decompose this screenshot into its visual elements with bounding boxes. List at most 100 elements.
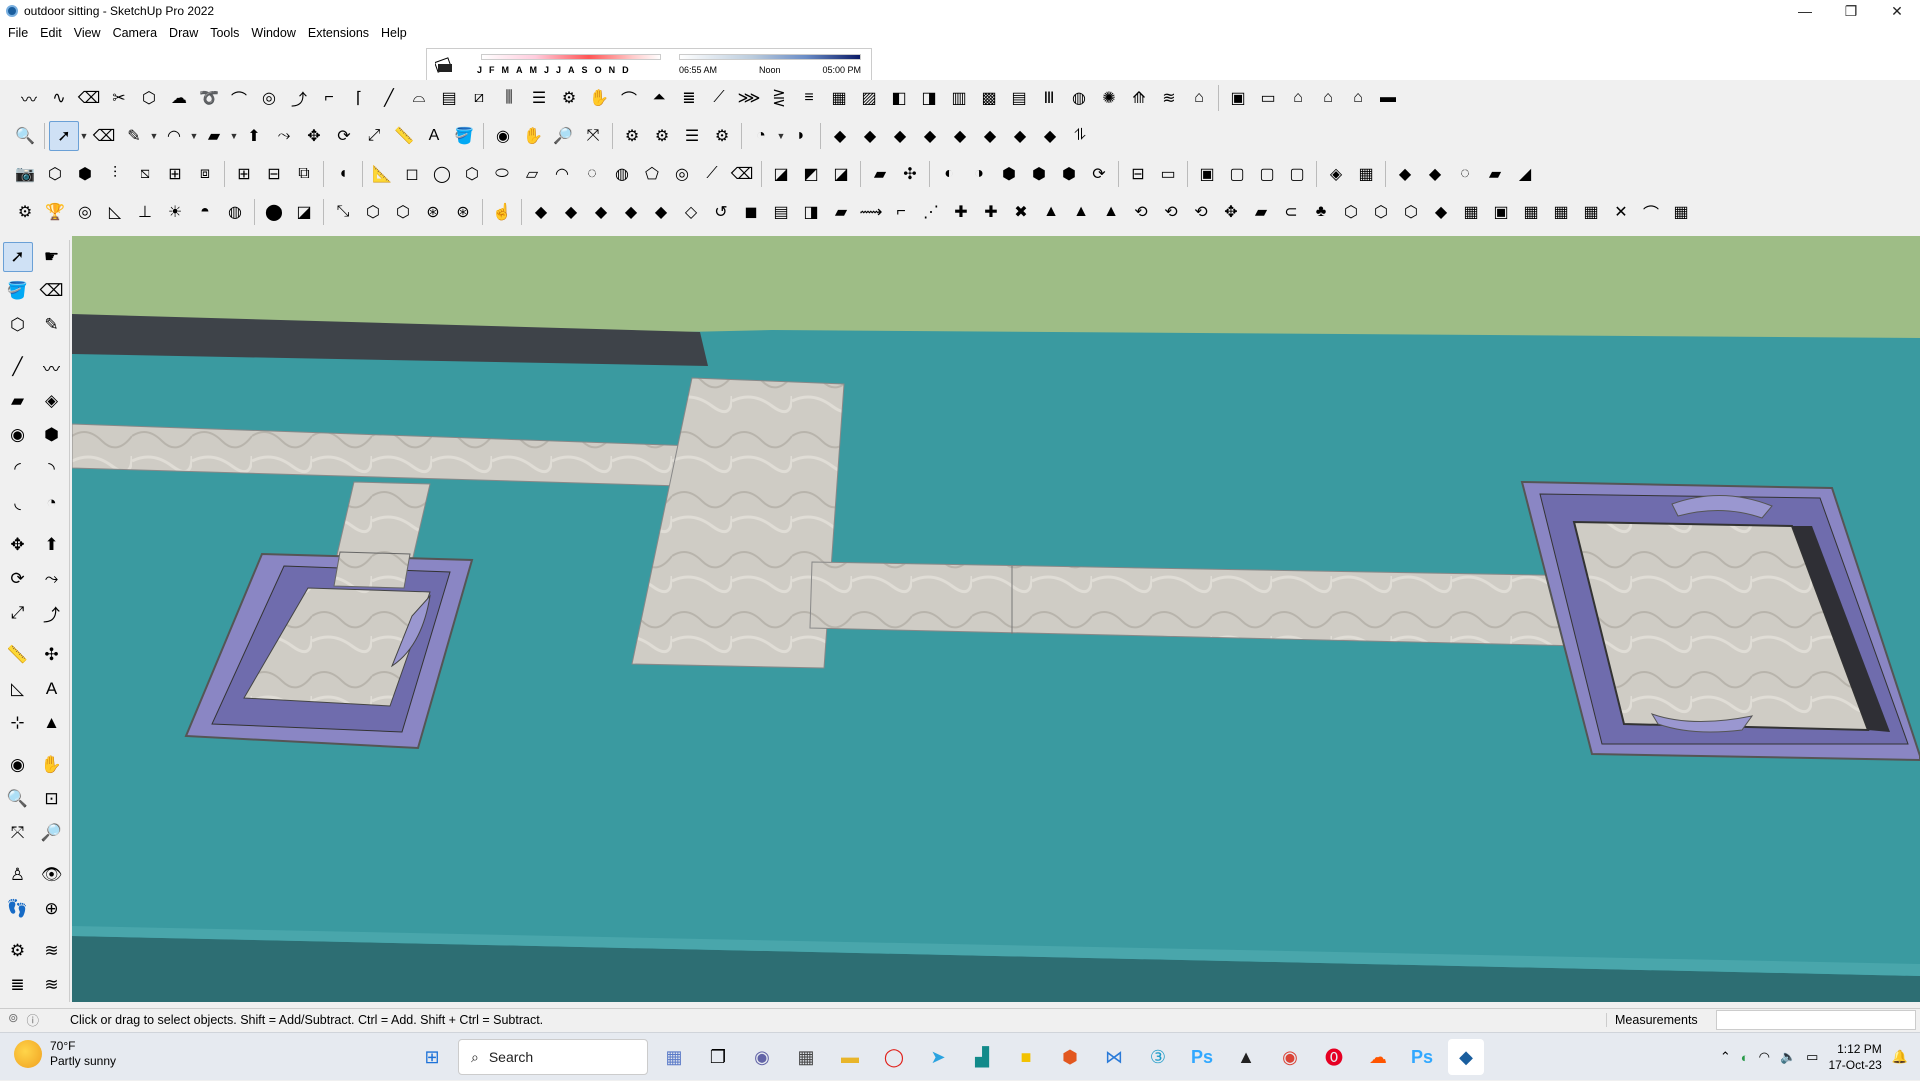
tape-measure-icon[interactable]: 📏 [3,640,33,670]
extrude-red-icon[interactable]: ◆ [915,121,945,151]
align-icon[interactable]: ⊟ [1123,159,1153,189]
zoom-window-icon[interactable]: ⊡ [37,784,67,814]
split-c-icon[interactable]: ◪ [826,159,856,189]
axes-icon[interactable]: ⊥ [130,197,160,227]
telegram-icon[interactable]: ➤ [920,1039,956,1075]
grid-small-icon[interactable]: ▦ [1666,197,1696,227]
back-edges-icon[interactable]: ⧅ [130,159,160,189]
view-b-icon[interactable]: ⬢ [1024,159,1054,189]
wireframe-icon[interactable]: ⊞ [160,159,190,189]
zoom-icon[interactable]: 🔍 [10,121,40,151]
fan-icon[interactable]: ⟰ [1124,83,1154,113]
click-icon[interactable]: ☝ [487,197,517,227]
red-move-icon[interactable]: ✚ [946,197,976,227]
previous-view-icon[interactable]: 🔎 [37,818,67,848]
face-yellow-icon[interactable]: ◆ [586,197,616,227]
orange-grid-b-icon[interactable]: ▦ [1576,197,1606,227]
cone-blue-icon[interactable]: ▲ [1066,197,1096,227]
section-fill-icon[interactable]: ⧉ [289,159,319,189]
hatch-icon[interactable]: ▨ [854,83,884,113]
pipe-icon[interactable]: ⟿ [856,197,886,227]
stripes-icon[interactable]: ▤ [1004,83,1034,113]
curve-orange-icon[interactable]: ↺ [706,197,736,227]
arc-join-icon[interactable]: ⌓ [404,83,434,113]
chevron-down-icon[interactable]: ▼ [229,131,239,141]
store-icon[interactable]: ⌂ [1313,83,1343,113]
hidden-line-icon[interactable]: ⧈ [190,159,220,189]
face-red-icon[interactable]: ◆ [646,197,676,227]
circle-a-icon[interactable]: ◯ [427,159,457,189]
task-view-icon[interactable]: ❐ [700,1039,736,1075]
3d-model-scene[interactable] [72,236,1920,1002]
app-orange-icon[interactable]: ⬢ [1052,1039,1088,1075]
paint-bucket-icon[interactable]: 🪣 [449,121,479,151]
cube-a-icon[interactable]: ⬡ [358,197,388,227]
wifi-icon[interactable]: ◠ [1759,1049,1770,1065]
photoshop-icon[interactable]: Ps [1184,1039,1220,1075]
chevron-down-icon[interactable]: ▼ [79,131,89,141]
chamfer-icon[interactable]: ⌈ [344,83,374,113]
green-move-icon[interactable]: ✚ [976,197,1006,227]
face-green-icon[interactable]: ◆ [616,197,646,227]
hand-icon[interactable]: ✋ [584,83,614,113]
app-3-icon[interactable]: ③ [1140,1039,1176,1075]
blue-panel-icon[interactable]: ▣ [1486,197,1516,227]
measurements-input[interactable] [1716,1009,1916,1030]
circle-icon[interactable]: ◉ [3,420,33,450]
curtain-icon[interactable]: ◨ [796,197,826,227]
circle-b-icon[interactable]: ◌ [577,159,607,189]
feather-icon[interactable]: ≋ [1154,83,1184,113]
array-icon[interactable]: ⫼ [494,83,524,113]
eraser-tool-icon[interactable]: ⌫ [89,121,119,151]
taskbar-search[interactable]: ⌕ Search [458,1039,648,1075]
tape-measure-icon[interactable]: 📏 [389,121,419,151]
ruler-icon[interactable]: 📐 [367,159,397,189]
maximize-button[interactable]: ❐ [1828,0,1874,22]
yellow-grid-icon[interactable]: ▦ [1546,197,1576,227]
column-icon[interactable]: ☰ [524,83,554,113]
opera-icon[interactable]: ◯ [876,1039,912,1075]
section-cut-icon[interactable]: ⊟ [259,159,289,189]
split-a-icon[interactable]: ◪ [766,159,796,189]
battery-icon[interactable]: ▭ [1806,1049,1818,1065]
grid-icon[interactable]: ▥ [944,83,974,113]
walk-icon[interactable]: 👣 [3,894,33,924]
red-x-icon[interactable]: ✕ [1606,197,1636,227]
grid-cube-icon[interactable]: ▦ [1456,197,1486,227]
target-icon[interactable]: ◎ [70,197,100,227]
lines-icon[interactable]: ≡ [794,83,824,113]
pencil-icon[interactable]: ✎ [119,121,149,151]
tree-icon[interactable]: ♣ [1306,197,1336,227]
widgets-icon[interactable]: ▦ [656,1039,692,1075]
skew-icon[interactable]: ⧄ [464,83,494,113]
sandbox-tool-icon[interactable]: ✣ [895,159,925,189]
menu-help[interactable]: Help [377,26,415,40]
menu-edit[interactable]: Edit [36,26,70,40]
rectangle-icon[interactable]: ▰ [199,121,229,151]
push-pull-icon[interactable]: ⬆ [37,530,67,560]
spring-icon[interactable]: ➰ [194,83,224,113]
three-point-arc-icon[interactable]: ◟ [3,488,33,518]
sun-icon[interactable]: ☀ [160,197,190,227]
paint-icon[interactable]: 🪣 [3,276,33,306]
hook-c-icon[interactable]: ⟲ [1186,197,1216,227]
pinterest-icon[interactable]: ⓿ [1316,1039,1352,1075]
scale-icon[interactable]: ⤢ [3,598,33,628]
poly-blue-icon[interactable]: ⬠ [637,159,667,189]
house-icon[interactable]: ⌂ [1343,83,1373,113]
geo-location-icon[interactable]: ⊚ [8,1010,18,1029]
autodesk-icon[interactable]: ▲ [1228,1039,1264,1075]
box-view-icon[interactable]: ⬢ [70,159,100,189]
pie-icon[interactable]: ◔ [37,488,67,518]
eraser-icon[interactable]: ⌫ [74,83,104,113]
arc-icon[interactable]: ◠ [159,121,189,151]
offset-icon[interactable]: ⤴ [37,598,67,628]
chevron-down-icon[interactable]: ▼ [776,131,786,141]
render-e-icon[interactable]: ◢ [1510,159,1540,189]
dim-icon[interactable]: ◖ [328,159,358,189]
components-icon[interactable]: ⚙ [647,121,677,151]
tags-icon[interactable]: ⚙ [707,121,737,151]
sphere-icon[interactable]: ◍ [1064,83,1094,113]
weather-widget[interactable]: 70°F Partly sunny [14,1039,116,1069]
look-around-icon[interactable]: 👁 [37,860,67,890]
